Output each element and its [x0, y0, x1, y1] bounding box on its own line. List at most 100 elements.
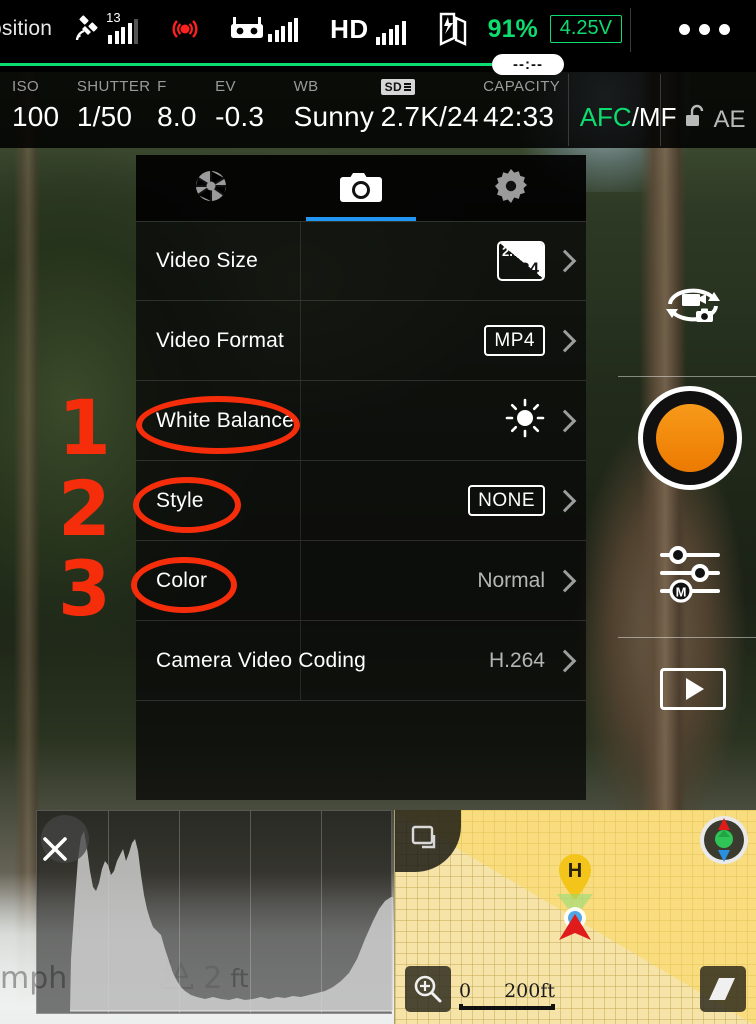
color-value: Normal: [477, 568, 545, 592]
status-bar: osition 13: [0, 0, 756, 75]
video-size-resolution: 2.7K: [502, 244, 530, 259]
param-iso-label: ISO: [12, 78, 40, 95]
param-aperture-value: 8.0: [157, 101, 197, 132]
row-divider: [300, 461, 301, 540]
param-aperture[interactable]: F 8.0: [157, 72, 215, 133]
row-divider: [300, 621, 301, 700]
param-white-balance[interactable]: WB Sunny: [294, 72, 381, 133]
sd-card-label: SD: [384, 80, 402, 94]
histogram-curve: [70, 831, 393, 1012]
map-zoom-in-icon[interactable]: [405, 966, 451, 1012]
row-camera-video-coding[interactable]: Camera Video Coding H.264: [136, 621, 586, 701]
ae-lock-toggle[interactable]: AE: [674, 72, 756, 136]
param-divider-2: [660, 74, 661, 146]
flight-battery-status[interactable]: [436, 12, 468, 46]
param-capacity-label: CAPACITY: [483, 78, 561, 95]
gear-icon: [494, 168, 528, 208]
row-video-size[interactable]: Video Size 2.7K 24: [136, 221, 586, 301]
row-video-format[interactable]: Video Format MP4: [136, 301, 586, 381]
scale-min-label: 0: [459, 980, 472, 1002]
battery-level-fill: [0, 63, 492, 66]
tab-camera[interactable]: [286, 155, 436, 221]
row-video-coding-label: Camera Video Coding: [156, 648, 367, 672]
scale-bar-graphic: [459, 1004, 555, 1010]
aperture-icon: [194, 169, 228, 208]
param-shutter[interactable]: SHUTTER 1/50: [77, 72, 157, 133]
param-capacity-value: 42:33: [483, 101, 555, 132]
scale-max-label: 200ft: [504, 980, 555, 1002]
param-shutter-label: SHUTTER: [76, 78, 151, 95]
remote-controller-icon: [230, 16, 264, 42]
compass-icon[interactable]: [700, 816, 748, 864]
annotation-number-1: 1: [58, 383, 111, 472]
focus-mode-manual: MF: [638, 102, 677, 132]
chevron-right-icon: [557, 650, 570, 672]
param-divider-1: [568, 74, 569, 146]
row-divider: [300, 381, 301, 460]
vision-sensor-icon: [168, 12, 202, 46]
play-icon: [686, 678, 704, 700]
rail-divider-bottom: [618, 637, 756, 638]
focus-mode-auto: AFC: [579, 102, 632, 132]
flight-mode-label: osition: [0, 17, 53, 40]
map-eraser-icon[interactable]: [700, 966, 746, 1012]
battery-percent: 91%: [487, 14, 538, 43]
svg-text:M: M: [676, 585, 687, 600]
sd-card-icon: SD: [380, 78, 415, 98]
annotation-number-3: 3: [58, 544, 111, 633]
row-divider: [300, 301, 301, 380]
param-sd-card[interactable]: SD 2.7K/24: [380, 72, 483, 133]
video-coding-value: H.264: [488, 648, 545, 672]
drone-heading-icon: [547, 888, 603, 955]
record-button[interactable]: [638, 386, 742, 490]
more-options-icon[interactable]: [679, 24, 730, 35]
map-scale-bar: 0 200ft: [459, 980, 555, 1010]
video-link-status[interactable]: HD: [330, 14, 406, 45]
focus-mode-separator: /: [631, 102, 639, 132]
param-sd-value: 2.7K/24: [380, 101, 479, 132]
battery-voltage: 4.25V: [549, 15, 622, 43]
param-ev-value: -0.3: [215, 101, 265, 132]
vision-sensor-status[interactable]: [168, 12, 202, 46]
manual-settings-icon[interactable]: M: [658, 543, 728, 603]
photo-video-toggle-icon[interactable]: [658, 278, 728, 334]
param-aperture-label: F: [157, 78, 167, 95]
tab-exposure[interactable]: [136, 155, 286, 221]
camera-icon: [339, 169, 383, 208]
row-divider: [300, 541, 301, 620]
remote-controller-status[interactable]: [230, 16, 299, 42]
gps-signal-bars: [108, 19, 139, 44]
chevron-right-icon: [557, 330, 570, 352]
video-size-badge: 2.7K 24: [497, 241, 545, 281]
ae-lock-label: AE: [713, 106, 746, 133]
video-size-framerate: 24: [520, 259, 539, 278]
settings-tabs: [136, 155, 586, 221]
param-iso-value: 100: [12, 101, 60, 132]
chevron-right-icon: [557, 410, 570, 432]
camera-parameters-bar: ISO 100 SHUTTER 1/50 F 8.0 EV -0.3 WB Su…: [0, 72, 756, 148]
param-ev[interactable]: EV -0.3: [215, 72, 294, 133]
close-icon[interactable]: [41, 815, 89, 863]
playback-button[interactable]: [660, 668, 726, 710]
lock-open-icon: [685, 104, 707, 136]
style-value: NONE: [468, 484, 545, 517]
drone-camera-app: osition 13: [0, 0, 756, 1024]
param-wb-label: WB: [293, 78, 319, 95]
row-video-format-label: Video Format: [156, 328, 285, 352]
flight-map[interactable]: H 0 200ft: [394, 810, 756, 1024]
video-format-value: MP4: [484, 324, 545, 357]
row-divider: [300, 222, 301, 300]
record-button-inner: [656, 404, 724, 472]
sun-icon: [505, 398, 545, 443]
annotation-number-2: 2: [58, 464, 111, 553]
chevron-right-icon: [557, 490, 570, 512]
annotation-ellipse-style: [133, 477, 241, 533]
param-iso[interactable]: ISO 100: [12, 72, 77, 133]
flight-time-remaining: --:--: [492, 54, 564, 75]
histogram-overlay: [36, 810, 393, 1014]
gps-status[interactable]: 13: [74, 10, 139, 44]
chevron-right-icon: [557, 570, 570, 592]
satellite-icon: [74, 14, 104, 44]
rc-signal-bars: [268, 18, 299, 42]
tab-general[interactable]: [436, 155, 586, 221]
